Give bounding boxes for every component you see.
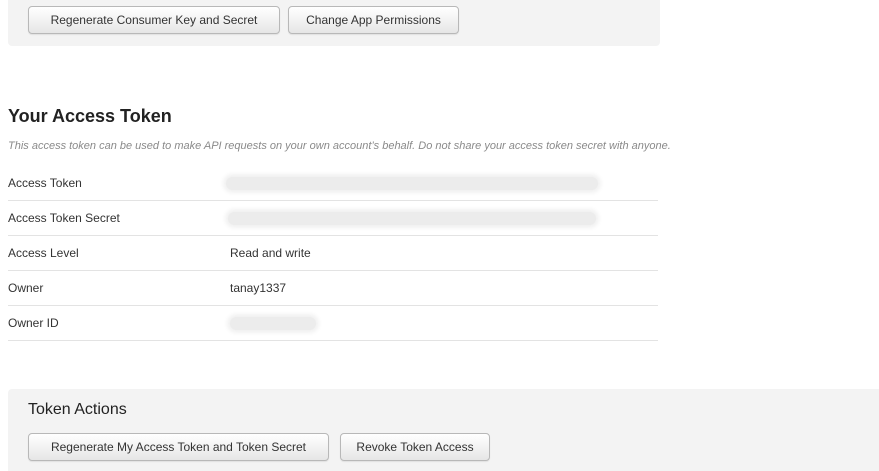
owner-id-label: Owner ID xyxy=(8,316,59,330)
access-token-description: This access token can be used to make AP… xyxy=(8,140,671,152)
revoke-token-access-button[interactable]: Revoke Token Access xyxy=(340,433,490,461)
owner-id-value-redacted xyxy=(230,317,316,330)
regenerate-consumer-key-button[interactable]: Regenerate Consumer Key and Secret xyxy=(28,6,280,34)
access-level-row: Access Level Read and write xyxy=(8,236,658,271)
regenerate-access-token-button[interactable]: Regenerate My Access Token and Token Sec… xyxy=(28,433,329,461)
token-actions-heading: Token Actions xyxy=(28,401,127,418)
owner-row: Owner tanay1337 xyxy=(8,271,658,306)
access-level-label: Access Level xyxy=(8,246,79,260)
owner-value: tanay1337 xyxy=(230,281,287,295)
access-token-heading: Your Access Token xyxy=(8,106,172,126)
access-token-secret-label: Access Token Secret xyxy=(8,211,120,225)
access-level-value: Read and write xyxy=(230,246,311,260)
access-token-secret-row: Access Token Secret xyxy=(8,201,658,236)
access-token-row: Access Token xyxy=(8,166,658,201)
change-app-permissions-button[interactable]: Change App Permissions xyxy=(288,6,459,34)
owner-label: Owner xyxy=(8,281,44,295)
access-token-label: Access Token xyxy=(8,176,82,190)
access-token-table: Access Token Access Token Secret Access … xyxy=(8,166,658,341)
access-token-value-redacted xyxy=(226,177,598,190)
owner-id-row: Owner ID xyxy=(8,306,658,341)
access-token-secret-value-redacted xyxy=(228,212,596,225)
token-actions-panel: Token Actions Regenerate My Access Token… xyxy=(8,389,879,471)
app-actions-panel: Regenerate Consumer Key and Secret Chang… xyxy=(8,0,660,46)
